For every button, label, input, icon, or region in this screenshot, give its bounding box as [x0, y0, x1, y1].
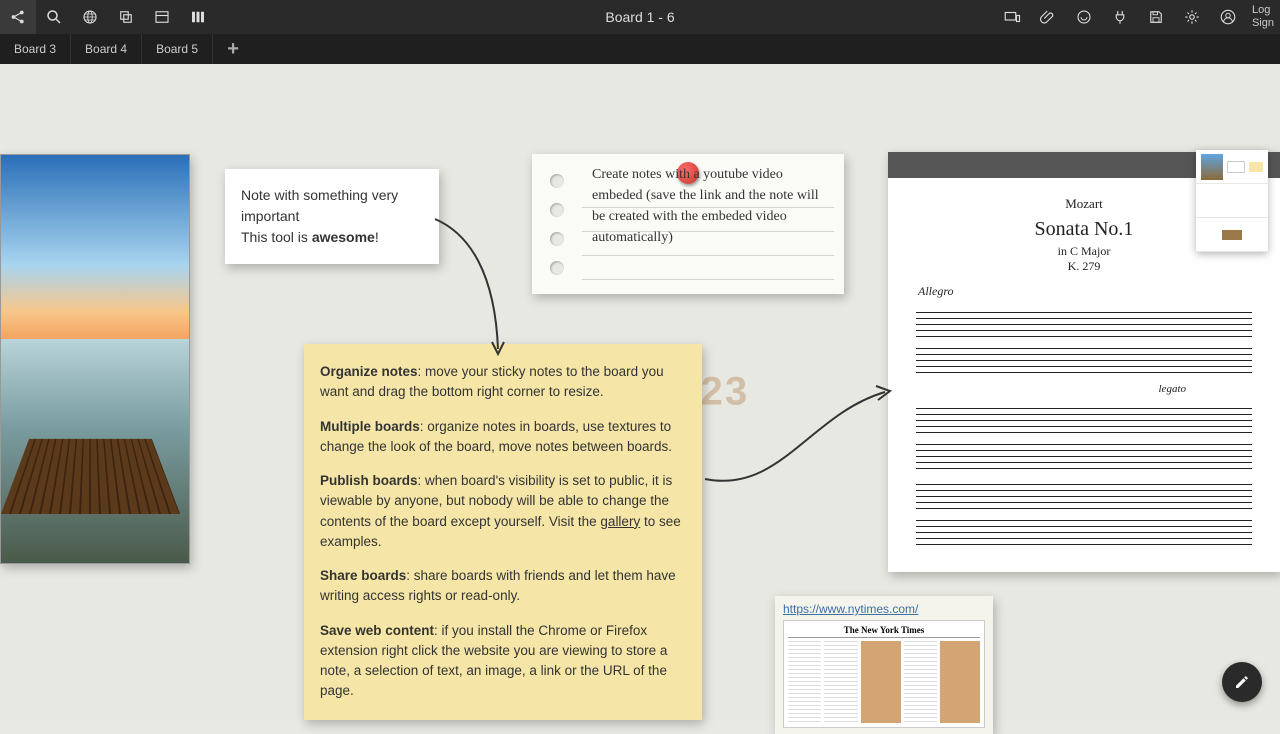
- tab-board-3[interactable]: Board 3: [0, 34, 71, 64]
- web-url[interactable]: https://www.nytimes.com/: [783, 602, 985, 616]
- save-icon[interactable]: [1138, 0, 1174, 34]
- web-clip-note[interactable]: https://www.nytimes.com/ The New York Ti…: [775, 596, 993, 734]
- board-title: Board 1 - 6: [605, 9, 674, 25]
- attachment-icon[interactable]: [1030, 0, 1066, 34]
- sheet-tempo: Allegro: [918, 284, 1256, 299]
- login-link[interactable]: Log: [1252, 4, 1274, 17]
- share-icon[interactable]: [0, 0, 36, 34]
- tab-board-4[interactable]: Board 4: [71, 34, 142, 64]
- device-icon[interactable]: [994, 0, 1030, 34]
- circle-icon[interactable]: [1066, 0, 1102, 34]
- login-area[interactable]: Log Sign: [1246, 4, 1280, 30]
- white-note[interactable]: Note with something very important This …: [225, 169, 439, 264]
- user-icon[interactable]: [1210, 0, 1246, 34]
- yellow-note[interactable]: Organize notes: move your sticky notes t…: [304, 344, 702, 720]
- gallery-link[interactable]: gallery: [600, 514, 640, 529]
- sheet-k: K. 279: [912, 259, 1256, 274]
- plug-icon[interactable]: [1102, 0, 1138, 34]
- copy-icon[interactable]: [108, 0, 144, 34]
- layout-icon[interactable]: [144, 0, 180, 34]
- minimap[interactable]: [1196, 150, 1268, 252]
- tab-board-5[interactable]: Board 5: [142, 34, 213, 64]
- notebook-text: Create notes with a youtube video embede…: [592, 164, 828, 248]
- gear-icon[interactable]: [1174, 0, 1210, 34]
- globe-icon[interactable]: [72, 0, 108, 34]
- signup-link[interactable]: Sign: [1252, 17, 1274, 30]
- tab-bar: Board 3 Board 4 Board 5 +: [0, 34, 1280, 64]
- white-note-line1: Note with something very important: [241, 185, 423, 227]
- columns-icon[interactable]: [180, 0, 216, 34]
- search-icon[interactable]: [36, 0, 72, 34]
- add-tab-button[interactable]: +: [213, 34, 253, 64]
- connector-arrow-2: [700, 384, 900, 504]
- notebook-note[interactable]: Create notes with a youtube video embede…: [532, 154, 844, 294]
- connector-arrow-1: [430, 214, 520, 364]
- board-canvas[interactable]: 1EDGE123 Note with something very import…: [0, 64, 1280, 720]
- web-thumbnail: The New York Times: [783, 620, 985, 728]
- photo-note[interactable]: [0, 154, 190, 564]
- edit-fab[interactable]: [1222, 662, 1262, 702]
- white-note-line2: This tool is awesome!: [241, 227, 423, 248]
- top-toolbar: Board 1 - 6 Log Sign: [0, 0, 1280, 34]
